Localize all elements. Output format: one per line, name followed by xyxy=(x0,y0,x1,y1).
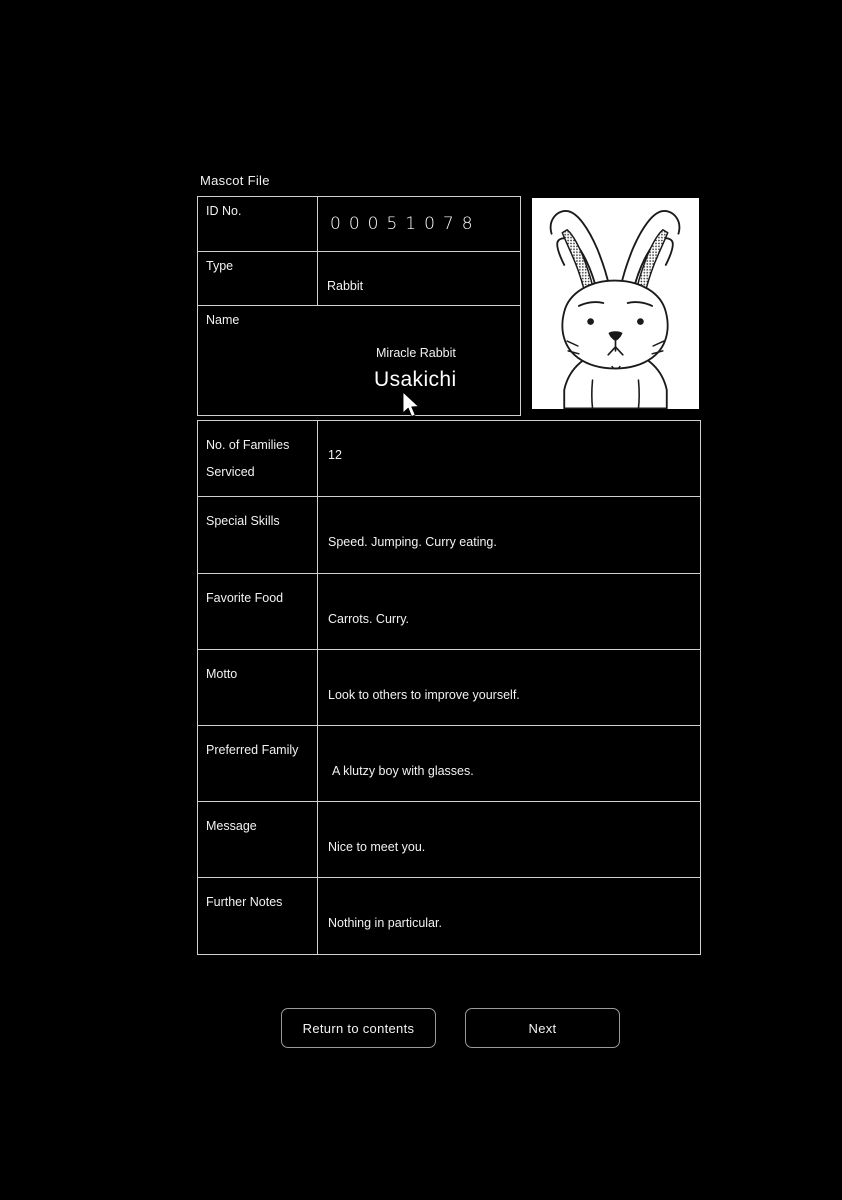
value-cell: Carrots. Curry. xyxy=(318,574,700,649)
label-special-skills: Special Skills xyxy=(198,497,318,573)
value-message: Nice to meet you. xyxy=(328,840,426,854)
label-name: Name xyxy=(206,313,240,327)
value-name-cell: Miracle Rabbit Usakichi xyxy=(318,306,520,415)
label-line-1: Favorite Food xyxy=(206,591,284,605)
label-id-no: ID No. xyxy=(198,197,318,251)
table-row: Message Nice to meet you. xyxy=(198,802,700,878)
footer-button-row: Return to contents Next xyxy=(197,1008,701,1048)
label-line-1: Special Skills xyxy=(206,514,280,528)
label-line-2: Serviced xyxy=(206,465,255,479)
value-motto: Look to others to improve yourself. xyxy=(328,688,520,702)
label-message: Message xyxy=(198,802,318,877)
table-row: Motto Look to others to improve yourself… xyxy=(198,650,700,726)
value-cell: Speed. Jumping. Curry eating. xyxy=(318,497,700,573)
profile-upper-table: ID No. 00051078 Type Rabbit Name Miracle… xyxy=(197,196,521,416)
value-type-cell: Rabbit xyxy=(318,252,520,305)
label-no-of-families-serviced: No. of Families Serviced xyxy=(198,421,318,496)
value-cell: Nice to meet you. xyxy=(318,802,700,877)
label-line-1: Message xyxy=(206,819,257,833)
value-cell: 12 xyxy=(318,421,700,496)
table-row-name: Name Miracle Rabbit Usakichi xyxy=(198,306,520,415)
label-preferred-family: Preferred Family xyxy=(198,726,318,801)
table-row: No. of Families Serviced 12 xyxy=(198,421,700,497)
page-title: Mascot File xyxy=(200,173,270,188)
table-row: Further Notes Nothing in particular. xyxy=(198,878,700,954)
label-line-1: Motto xyxy=(206,667,238,681)
rabbit-portrait xyxy=(530,196,701,411)
value-id-no-cell: 00051078 xyxy=(318,197,520,251)
value-cell: Look to others to improve yourself. xyxy=(318,650,700,725)
label-line-1: Preferred Family xyxy=(206,743,299,757)
next-button[interactable]: Next xyxy=(465,1008,620,1048)
profile-lower-table: No. of Families Serviced 12 Special Skil… xyxy=(197,420,701,955)
value-name-main: Usakichi xyxy=(374,368,457,391)
value-name-alias: Miracle Rabbit xyxy=(376,346,456,360)
label-type: Type xyxy=(198,252,318,305)
table-row-type: Type Rabbit xyxy=(198,252,520,306)
table-row: Preferred Family A klutzy boy with glass… xyxy=(198,726,700,802)
value-no-of-families-serviced: 12 xyxy=(328,448,342,462)
label-line-1: Further Notes xyxy=(206,895,283,909)
label-further-notes: Further Notes xyxy=(198,878,318,954)
label-favorite-food: Favorite Food xyxy=(198,574,318,649)
value-special-skills: Speed. Jumping. Curry eating. xyxy=(328,535,497,549)
value-preferred-family: A klutzy boy with glasses. xyxy=(332,764,474,778)
value-type: Rabbit xyxy=(327,279,364,293)
value-favorite-food: Carrots. Curry. xyxy=(328,612,410,626)
return-to-contents-button[interactable]: Return to contents xyxy=(281,1008,436,1048)
value-id-no: 00051078 xyxy=(330,214,481,234)
value-cell: A klutzy boy with glasses. xyxy=(318,726,700,801)
table-row-id: ID No. 00051078 xyxy=(198,197,520,252)
label-motto: Motto xyxy=(198,650,318,725)
value-cell: Nothing in particular. xyxy=(318,878,700,954)
mascot-file-screen: Mascot File ID No. 00051078 Type Rabbit … xyxy=(0,0,842,1200)
table-row: Favorite Food Carrots. Curry. xyxy=(198,574,700,650)
value-further-notes: Nothing in particular. xyxy=(328,916,442,930)
table-row: Special Skills Speed. Jumping. Curry eat… xyxy=(198,497,700,574)
label-line-1: No. of Families xyxy=(206,438,290,452)
